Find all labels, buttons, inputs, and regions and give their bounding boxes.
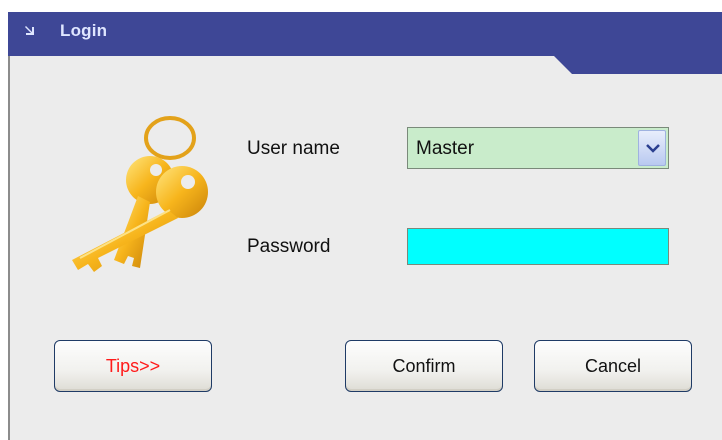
title-bar-background: [8, 12, 722, 74]
confirm-button[interactable]: Confirm: [345, 340, 503, 392]
dropdown-button[interactable]: [638, 130, 666, 166]
collapse-arrow-icon[interactable]: [24, 24, 40, 38]
username-label: User name: [247, 138, 340, 159]
tips-button[interactable]: Tips>>: [54, 340, 212, 392]
login-window: Login User name Master Password Tips>> C…: [8, 12, 722, 440]
title-bar[interactable]: Login: [8, 12, 722, 74]
username-select[interactable]: Master: [407, 127, 669, 169]
keys-icon: [52, 110, 222, 294]
chevron-down-icon: [646, 144, 660, 153]
password-input[interactable]: [407, 228, 669, 265]
username-value: Master: [416, 138, 475, 159]
cancel-button[interactable]: Cancel: [534, 340, 692, 392]
window-title: Login: [60, 21, 108, 40]
password-label: Password: [247, 236, 331, 257]
